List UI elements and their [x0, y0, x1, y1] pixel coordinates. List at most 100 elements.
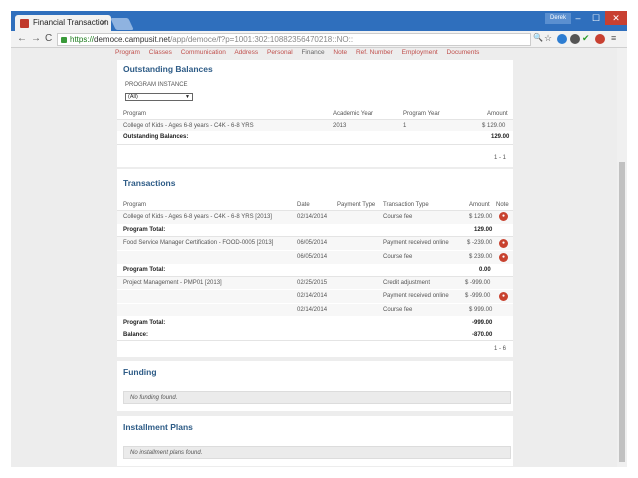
- close-tab-icon[interactable]: ✕: [100, 18, 107, 27]
- tx-program-total-value: 129.00: [474, 227, 493, 233]
- profile-tabs: Program Classes Communication Address Pe…: [115, 49, 486, 59]
- vertical-scrollbar[interactable]: [617, 48, 627, 467]
- maximize-button[interactable]: ☐: [587, 11, 605, 25]
- chevron-down-icon: ▼: [185, 94, 190, 100]
- address-bar[interactable]: https://democe.campusit.net/app/democe/f…: [57, 33, 531, 46]
- ob-program: College of Kids - Ages 6-8 years - C4K -…: [123, 123, 254, 129]
- eye-icon[interactable]: ●: [499, 292, 508, 301]
- eye-icon[interactable]: ●: [499, 212, 508, 221]
- title-bar: Financial Transaction ✕ Derek – ☐ ✕: [11, 11, 627, 32]
- col-program-year: Program Year: [403, 111, 440, 117]
- browser-window: Financial Transaction ✕ Derek – ☐ ✕ ← → …: [11, 11, 627, 467]
- tab-documents[interactable]: Documents: [447, 49, 480, 56]
- funding-empty-message: No funding found.: [123, 391, 511, 404]
- transactions-panel: Transactions Program Date Payment Type T…: [117, 169, 513, 357]
- tx-amount: $ -239.00: [467, 240, 493, 246]
- close-window-button[interactable]: ✕: [605, 11, 627, 25]
- eye-icon[interactable]: ●: [499, 239, 508, 248]
- tx-program-total-value: -999.00: [472, 320, 493, 326]
- extension-icon[interactable]: [570, 34, 580, 44]
- url-path: /app/democe/f?p=1001:302:10882356470218:…: [170, 35, 354, 44]
- reload-icon[interactable]: C: [45, 33, 52, 44]
- ob-academic-year: 2013: [333, 123, 347, 129]
- divider: [117, 340, 513, 341]
- installment-title: Installment Plans: [123, 422, 193, 432]
- tx-col-note: Note: [496, 202, 509, 208]
- tx-col-date: Date: [297, 202, 310, 208]
- browser-tab[interactable]: Financial Transaction ✕: [15, 15, 111, 32]
- tx-program-total-label: Program Total:: [123, 227, 166, 233]
- col-program: Program: [123, 111, 147, 117]
- tx-date: 06/05/2014: [297, 240, 328, 246]
- tab-note[interactable]: Note: [333, 49, 347, 56]
- divider: [117, 144, 513, 145]
- tx-col-transaction-type: Transaction Type: [383, 202, 429, 208]
- tx-amount: $ 999.00: [469, 307, 493, 313]
- tx-balance-value: -870.00: [472, 332, 493, 338]
- installment-empty-message: No installment plans found.: [123, 446, 511, 459]
- tab-program[interactable]: Program: [115, 49, 140, 56]
- minimize-button[interactable]: –: [569, 11, 587, 25]
- tab-personal[interactable]: Personal: [267, 49, 293, 56]
- ob-total-label: Outstanding Balances:: [123, 134, 189, 140]
- extension-icon[interactable]: [557, 34, 567, 44]
- tx-date: 02/14/2014: [297, 293, 328, 299]
- zoom-icon[interactable]: 🔍: [533, 33, 543, 42]
- url-host: democe.campusit.net: [94, 35, 171, 44]
- tx-type: Course fee: [383, 307, 413, 313]
- tx-date: 02/14/2014: [297, 307, 328, 313]
- tab-ref-number[interactable]: Ref. Number: [356, 49, 393, 56]
- col-academic-year: Academic Year: [333, 111, 374, 117]
- tx-type: Course fee: [383, 214, 413, 220]
- page-viewport: Program Classes Communication Address Pe…: [11, 48, 627, 467]
- select-value: (All): [128, 94, 138, 100]
- browser-toolbar: ← → C https://democe.campusit.net/app/de…: [11, 31, 627, 48]
- scrollbar-thumb[interactable]: [619, 162, 625, 462]
- tx-type: Credit adjustment: [383, 280, 431, 286]
- tab-classes[interactable]: Classes: [149, 49, 172, 56]
- tab-communication[interactable]: Communication: [181, 49, 226, 56]
- tx-amount: $ -999.00: [465, 293, 491, 299]
- user-badge[interactable]: Derek: [545, 13, 571, 24]
- back-arrow-icon[interactable]: ←: [17, 33, 27, 44]
- tx-program-total-value: 0.00: [479, 267, 491, 273]
- ob-amount: $ 129.00: [482, 123, 506, 129]
- favicon-icon: [20, 19, 29, 28]
- tx-col-program: Program: [123, 202, 147, 208]
- ob-total-value: 129.00: [491, 134, 510, 140]
- tx-col-amount: Amount: [469, 202, 490, 208]
- new-tab-button[interactable]: [110, 18, 134, 30]
- tx-date: 02/14/2014: [297, 214, 328, 220]
- tx-program-total-label: Program Total:: [123, 320, 166, 326]
- tab-finance[interactable]: Finance: [301, 49, 324, 56]
- ob-program-year: 1: [403, 123, 407, 129]
- filter-label: PROGRAM INSTANCE: [125, 82, 188, 88]
- tx-amount: $ 129.00: [469, 214, 493, 220]
- star-icon[interactable]: ☆: [544, 33, 552, 44]
- check-icon[interactable]: ✔: [582, 33, 590, 44]
- installment-plans-panel: Installment Plans No installment plans f…: [117, 416, 513, 466]
- tx-program-total-label: Program Total:: [123, 267, 166, 273]
- tx-program: College of Kids - Ages 6-8 years - C4K -…: [123, 214, 272, 220]
- tx-type: Payment received online: [383, 293, 449, 299]
- tab-title: Financial Transaction: [33, 18, 109, 27]
- tab-address[interactable]: Address: [234, 49, 258, 56]
- eye-icon[interactable]: ●: [499, 253, 508, 262]
- tx-program: Food Service Manager Certification - FOO…: [123, 240, 274, 246]
- tab-employment[interactable]: Employment: [402, 49, 438, 56]
- tx-date: 02/25/2015: [297, 280, 328, 286]
- tx-date: 06/05/2014: [297, 254, 328, 260]
- program-instance-select[interactable]: (All) ▼: [125, 93, 193, 101]
- col-amount: Amount: [487, 111, 508, 117]
- extension-icon[interactable]: [595, 34, 605, 44]
- outstanding-title: Outstanding Balances: [123, 64, 213, 74]
- menu-icon[interactable]: ≡: [611, 33, 616, 43]
- tx-amount: $ -999.00: [465, 280, 491, 286]
- forward-arrow-icon[interactable]: →: [31, 33, 41, 44]
- tx-type: Course fee: [383, 254, 413, 260]
- funding-title: Funding: [123, 367, 157, 377]
- transactions-title: Transactions: [123, 178, 176, 188]
- tx-pager: 1 - 6: [494, 346, 507, 352]
- lock-icon: [61, 37, 67, 43]
- ob-pager: 1 - 1: [494, 155, 507, 161]
